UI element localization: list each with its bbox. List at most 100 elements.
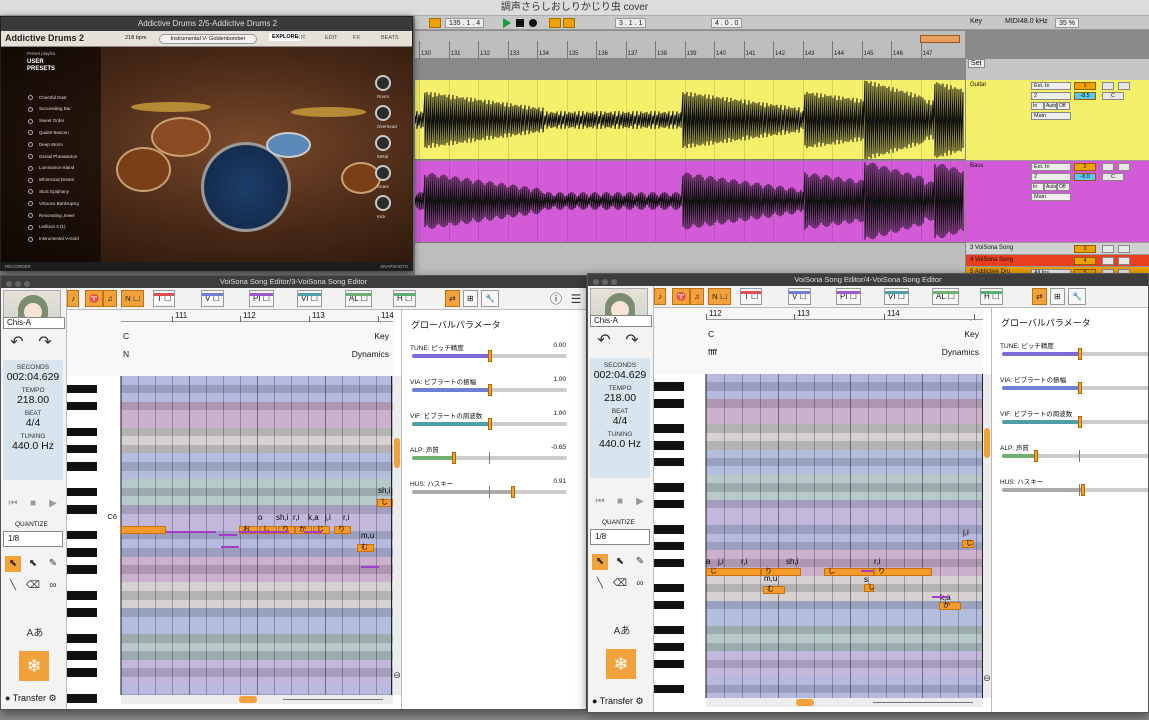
line-tool-icon[interactable]: ╲ bbox=[592, 576, 608, 592]
menu-icon[interactable]: ☰ bbox=[568, 291, 584, 307]
preset-item[interactable]: Instrumental V-Gold bbox=[39, 236, 79, 241]
mixer-knob-icon[interactable] bbox=[375, 165, 391, 181]
preset-play-icon[interactable] bbox=[28, 95, 33, 100]
slider-track[interactable] bbox=[412, 486, 567, 498]
line-tool-icon[interactable]: ╲ bbox=[5, 578, 21, 594]
eraser-icon[interactable]: ⌫ bbox=[25, 578, 41, 594]
link-icon[interactable]: ∞ bbox=[45, 578, 61, 594]
black-key[interactable] bbox=[67, 505, 97, 514]
monitor-off-button[interactable]: Off bbox=[1057, 183, 1070, 191]
song-position[interactable]: 135 . 1 . 4 bbox=[445, 18, 485, 28]
black-key[interactable] bbox=[67, 608, 97, 617]
black-key[interactable] bbox=[67, 444, 97, 454]
zoom-slider[interactable] bbox=[283, 699, 383, 700]
track-channel[interactable]: 2 bbox=[1031, 173, 1071, 181]
vertical-scrollbar[interactable]: ⊖ bbox=[983, 374, 991, 698]
play-icon[interactable]: ▶ bbox=[632, 494, 648, 510]
slider-track[interactable] bbox=[412, 418, 567, 430]
tab-volume[interactable]: V ☐ bbox=[788, 288, 811, 305]
select-tool-icon[interactable]: ⬉ bbox=[5, 556, 21, 572]
preset-item[interactable]: Sweet Order bbox=[39, 118, 64, 123]
mixer-knob-icon[interactable] bbox=[375, 195, 391, 211]
scroll-thumb-h[interactable] bbox=[239, 696, 257, 703]
slider-thumb[interactable] bbox=[451, 452, 456, 464]
tab-pitch[interactable]: PI ☐ bbox=[249, 290, 274, 307]
slider-track[interactable] bbox=[1002, 348, 1148, 360]
note-block[interactable]: む bbox=[357, 544, 374, 552]
black-key[interactable] bbox=[67, 427, 97, 437]
black-key[interactable] bbox=[67, 548, 97, 557]
mixer-knob-icon[interactable] bbox=[375, 105, 391, 121]
scroll-thumb-h[interactable] bbox=[796, 699, 814, 706]
tab-husky[interactable]: H ☐ bbox=[980, 288, 1004, 305]
key-val[interactable]: C bbox=[123, 331, 129, 341]
preset-play-icon[interactable] bbox=[28, 224, 33, 230]
note-block[interactable]: じ bbox=[706, 568, 761, 576]
slider-thumb[interactable] bbox=[1077, 416, 1082, 428]
slider-thumb[interactable] bbox=[1077, 348, 1082, 360]
black-key[interactable] bbox=[67, 565, 97, 574]
slider-thumb[interactable] bbox=[1034, 450, 1039, 462]
black-key[interactable] bbox=[654, 626, 684, 635]
ad-tab-beats[interactable]: BEATS bbox=[381, 35, 399, 41]
preset-play-icon[interactable] bbox=[28, 130, 33, 136]
horizontal-scrollbar[interactable] bbox=[121, 695, 393, 704]
param-slider[interactable]: ALP: 声質 -0.65 bbox=[410, 444, 580, 472]
note-block[interactable]: り bbox=[874, 568, 932, 576]
slider-track[interactable] bbox=[412, 384, 567, 396]
key-map-button[interactable]: Key bbox=[970, 18, 982, 25]
preset-item[interactable]: Quaint Beacon bbox=[39, 130, 69, 135]
arm-button[interactable] bbox=[1118, 245, 1130, 253]
mixer-knob-icon[interactable] bbox=[375, 75, 391, 91]
mixer-knob-icon[interactable] bbox=[375, 135, 391, 151]
note-block[interactable]: か bbox=[939, 602, 961, 610]
arm-button[interactable] bbox=[1118, 163, 1130, 171]
cymbal-right[interactable] bbox=[291, 107, 366, 117]
track-input[interactable]: Ext. In bbox=[1031, 163, 1071, 171]
tab-vibrato[interactable]: VI ☐ bbox=[884, 288, 909, 305]
preset-item[interactable]: Deep Worm bbox=[39, 142, 63, 147]
link-icon[interactable]: ∞ bbox=[632, 576, 648, 592]
preset-play-icon[interactable] bbox=[28, 236, 33, 242]
info-icon[interactable]: ⓘ bbox=[548, 291, 564, 307]
preset-item[interactable]: Whimsical Dream bbox=[39, 177, 74, 182]
note-grid[interactable]: おしりかじりむし o sh,i r,i k,a j,i r,i m,u sh,i bbox=[121, 376, 393, 695]
track-channel[interactable]: 2 bbox=[1031, 92, 1071, 100]
track-output[interactable]: Main bbox=[1031, 112, 1071, 120]
range-select-icon[interactable]: ⬉ bbox=[612, 554, 628, 570]
track-volume[interactable]: -8.5 bbox=[1074, 92, 1096, 100]
singer-selector[interactable]: Chis-A bbox=[3, 317, 65, 329]
undo-icon[interactable]: ↶ bbox=[594, 333, 614, 349]
param-slider[interactable]: VIF: ビブラートの周波数1.00 bbox=[410, 410, 580, 438]
param-slider[interactable]: TUNE: ピッチ精度0.00 bbox=[1000, 340, 1148, 368]
slider-track[interactable] bbox=[1002, 416, 1148, 428]
singer-selector[interactable]: Chis-A bbox=[590, 315, 652, 327]
guitar-clip[interactable] bbox=[415, 80, 965, 160]
black-key[interactable] bbox=[654, 659, 684, 668]
recorder-label[interactable]: RECORDER bbox=[5, 264, 31, 269]
automation-arm-button[interactable] bbox=[563, 18, 575, 28]
eraser-icon[interactable]: ⌫ bbox=[612, 576, 628, 592]
piano-keyboard[interactable]: C6 bbox=[67, 376, 121, 703]
preset-play-icon[interactable] bbox=[28, 213, 33, 218]
black-key[interactable] bbox=[654, 684, 684, 694]
slider-track[interactable] bbox=[412, 452, 567, 464]
skip-back-icon[interactable]: ⏮ bbox=[592, 494, 608, 510]
black-key[interactable] bbox=[67, 651, 97, 660]
param-slider[interactable]: VIF: ビブラートの周波数1.00 bbox=[1000, 408, 1148, 436]
pitch-mode-icon[interactable]: ♫ bbox=[103, 290, 117, 307]
note-mode-icon[interactable]: ♪ bbox=[654, 288, 666, 305]
track-header[interactable]: 3 VoiSona Song 3 bbox=[966, 243, 1149, 255]
swap-icon[interactable]: ⇄ bbox=[445, 290, 460, 307]
param-slider[interactable]: VIA: ビブラートの振幅 1.00 bbox=[410, 376, 580, 404]
preset-play-icon[interactable] bbox=[28, 165, 33, 171]
bass-clip[interactable] bbox=[415, 161, 965, 243]
note-block[interactable] bbox=[121, 526, 166, 534]
ad-tab-fx[interactable]: FX bbox=[353, 35, 360, 41]
track-volume[interactable]: -8.0 bbox=[1074, 173, 1096, 181]
select-tool-icon[interactable]: ⬉ bbox=[592, 554, 608, 570]
tab-alpha[interactable]: AL ☐ bbox=[345, 290, 372, 307]
track-pan[interactable]: C bbox=[1102, 92, 1124, 100]
preset-play-icon[interactable] bbox=[28, 106, 33, 112]
transfer-toggle[interactable]: ● Transfer ⚙ bbox=[5, 693, 57, 704]
